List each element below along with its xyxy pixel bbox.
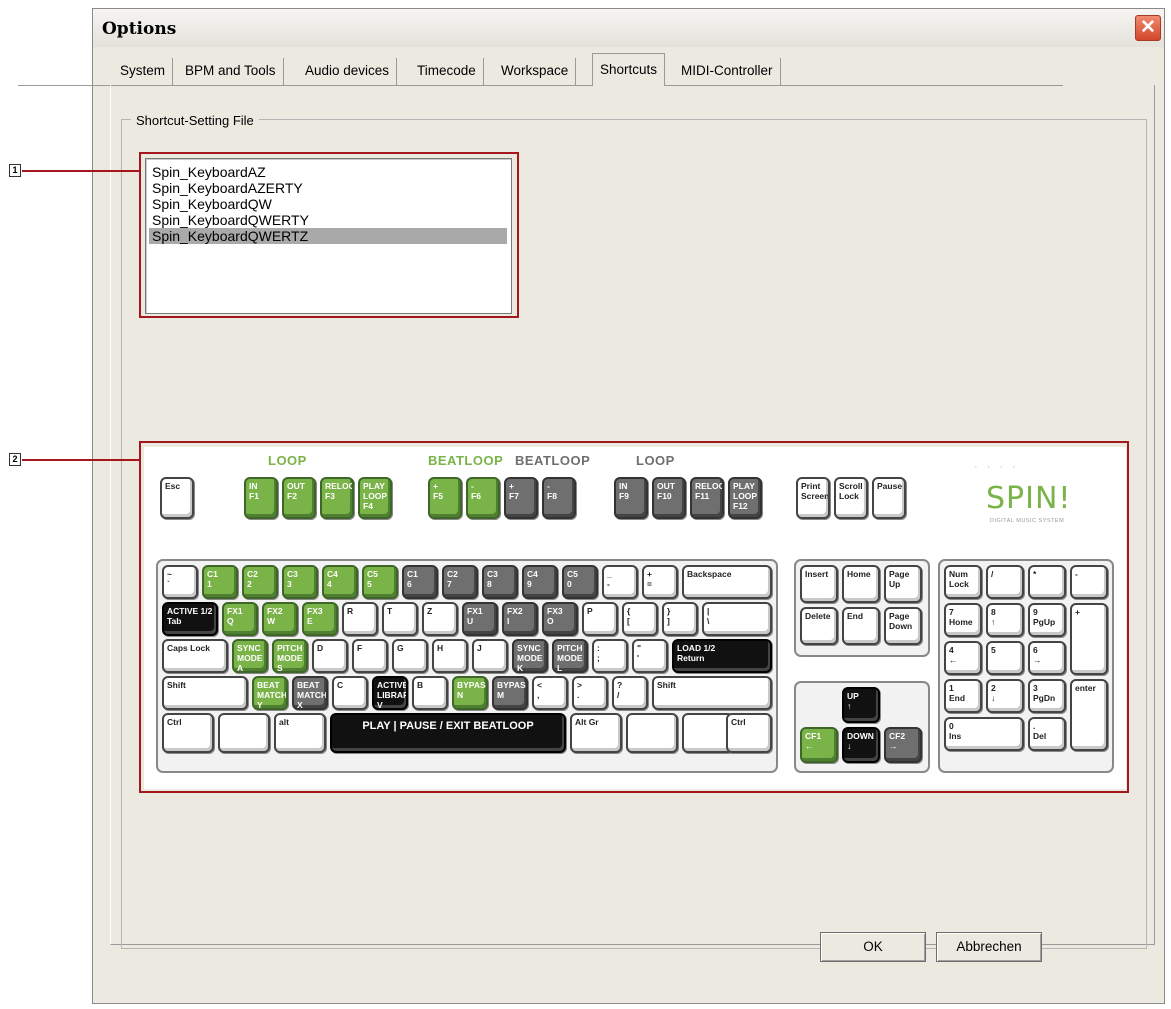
callout-1-line: [22, 170, 140, 172]
tab-system[interactable]: System: [113, 58, 174, 85]
list-item[interactable]: Spin_KeyboardQWERTY: [149, 212, 507, 228]
ok-button[interactable]: OK: [820, 932, 926, 962]
window-title: Options: [102, 19, 177, 39]
callout-2-line: [22, 459, 140, 461]
list-item[interactable]: Spin_KeyboardQW: [149, 196, 507, 212]
list-item[interactable]: Spin_KeyboardAZERTY: [149, 180, 507, 196]
tab-bpm-and-tools[interactable]: BPM and Tools: [178, 58, 284, 85]
callout-2: 2: [9, 453, 21, 466]
close-button[interactable]: ✕: [1135, 15, 1161, 41]
tab-midi-controller[interactable]: MIDI-Controller: [674, 58, 781, 85]
list-item-selected[interactable]: Spin_KeyboardQWERTZ: [149, 228, 507, 244]
tab-timecode[interactable]: Timecode: [410, 58, 484, 85]
shortcut-file-listbox[interactable]: Spin_KeyboardAZ Spin_KeyboardAZERTY Spin…: [145, 158, 512, 314]
tab-workspace[interactable]: Workspace: [494, 58, 577, 85]
tab-shortcuts[interactable]: Shortcuts: [592, 53, 666, 86]
callout-2-highlight: [139, 441, 1129, 793]
callout-1: 1: [9, 164, 21, 177]
tab-audio-devices[interactable]: Audio devices: [298, 58, 398, 85]
group-legend: Shortcut-Setting File: [131, 113, 259, 128]
title-bar: Options ✕: [93, 9, 1164, 47]
close-icon: ✕: [1140, 17, 1156, 38]
cancel-button[interactable]: Abbrechen: [936, 932, 1042, 962]
list-item[interactable]: Spin_KeyboardAZ: [149, 164, 507, 180]
